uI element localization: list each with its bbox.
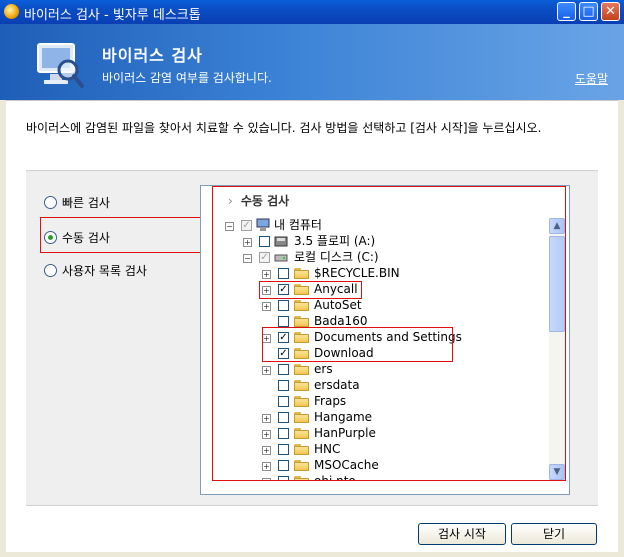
virus-scan-window: 바이러스 검사 - 빛자루 데스크톱 _ □ ✕ 바이러스 검사 바이러스 감염… <box>0 0 624 557</box>
maximize-button[interactable]: □ <box>579 2 598 21</box>
highlight-box-anycall <box>259 281 362 299</box>
radio-quick-scan[interactable]: 빠른 검사 <box>44 194 110 211</box>
scroll-up-arrow-icon[interactable]: ▲ <box>549 218 565 234</box>
instructions-text: 바이러스에 감염된 파일을 찾아서 치료할 수 있습니다. 검사 방법을 선택하… <box>26 121 542 135</box>
page-title: 바이러스 검사 <box>102 46 203 65</box>
title-bar[interactable]: 바이러스 검사 - 빛자루 데스크톱 _ □ ✕ <box>0 0 624 24</box>
close-button[interactable]: 닫기 <box>511 523 597 545</box>
page-subtitle: 바이러스 감염 여부를 검사합니다. <box>102 71 272 85</box>
highlight-box-documents-download <box>262 327 453 362</box>
minimize-button[interactable]: _ <box>557 2 576 21</box>
highlight-box-manual <box>40 217 214 253</box>
tree-scrollbar[interactable]: ▲ ▼ <box>549 218 565 480</box>
monitor-magnifier-icon <box>37 43 84 88</box>
close-window-button[interactable]: ✕ <box>601 2 620 21</box>
window-title: 바이러스 검사 - 빛자루 데스크톱 <box>24 8 201 23</box>
header-banner: 바이러스 검사 바이러스 감염 여부를 검사합니다. 도움말 <box>0 24 624 100</box>
start-scan-button[interactable]: 검사 시작 <box>418 523 506 545</box>
help-link[interactable]: 도움말 <box>575 70 608 87</box>
radio-indicator <box>44 196 57 209</box>
radio-quick-label: 빠른 검사 <box>62 196 110 210</box>
scroll-down-arrow-icon[interactable]: ▼ <box>549 464 565 480</box>
scroll-thumb[interactable] <box>549 236 565 332</box>
app-icon <box>4 4 19 19</box>
